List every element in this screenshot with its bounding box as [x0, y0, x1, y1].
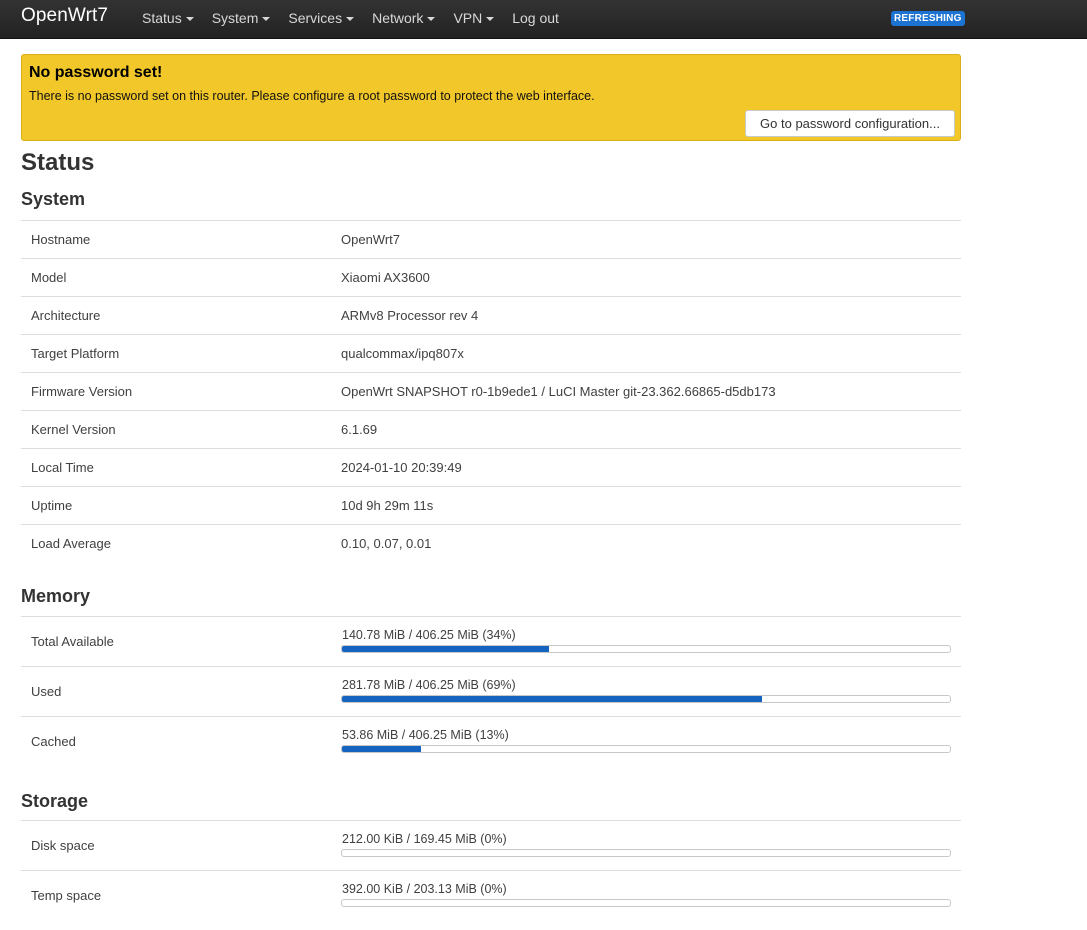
menu-network[interactable]: Network [363, 0, 444, 36]
storage-table: Disk space 212.00 KiB / 169.45 MiB (0%) … [21, 820, 961, 920]
menu-services[interactable]: Services [279, 0, 363, 36]
menu-status-label: Status [142, 10, 182, 26]
caret-down-icon [346, 17, 355, 22]
alert-title: No password set! [29, 64, 163, 81]
brand-logo[interactable]: OpenWrt7 [21, 5, 108, 27]
table-row: Load Average 0.10, 0.07, 0.01 [21, 524, 961, 562]
system-heading: System [21, 189, 86, 209]
progress-fill [342, 746, 422, 752]
caret-down-icon [427, 17, 436, 22]
no-password-alert: No password set! There is no password se… [21, 54, 961, 141]
row-key: Kernel Version [31, 422, 116, 437]
system-table: Hostname OpenWrt7 Model Xiaomi AX3600 Arch… [21, 220, 961, 562]
row-value: 6.1.69 [341, 422, 378, 437]
progress-fill [342, 696, 762, 702]
row-value: ARMv8 Processor rev 4 [341, 308, 479, 323]
progress-label: 392.00 KiB / 203.13 MiB (0%) [342, 882, 507, 896]
menu-vpn[interactable]: VPN [444, 0, 503, 36]
table-row: Kernel Version 6.1.69 [21, 410, 961, 448]
menu-services-label: Services [288, 10, 343, 26]
progress-label: 53.86 MiB / 406.25 MiB (13%) [342, 728, 509, 742]
row-value: 0.10, 0.07, 0.01 [341, 536, 432, 551]
row-key: Used [31, 684, 62, 699]
row-value: OpenWrt SNAPSHOT r0-1b9ede1 / LuCI Maste… [341, 384, 776, 399]
memory-heading: Memory [21, 586, 91, 606]
refreshing-badge[interactable]: REFRESHING [891, 11, 965, 26]
row-key: Local Time [31, 460, 94, 475]
progress-label: 281.78 MiB / 406.25 MiB (69%) [342, 678, 516, 692]
menu-system-label: System [211, 10, 259, 26]
progress-label: 212.00 KiB / 169.45 MiB (0%) [342, 832, 507, 846]
menu-logout[interactable]: Log out [503, 0, 568, 36]
top-navbar: OpenWrt7 Status System Services Network … [0, 0, 1087, 39]
alert-text: There is no password set on this router.… [29, 89, 595, 103]
row-value: OpenWrt7 [341, 232, 401, 247]
progress-bar [341, 645, 951, 653]
table-row: Uptime 10d 9h 29m 11s [21, 486, 961, 524]
table-row: Hostname OpenWrt7 [21, 220, 961, 258]
menu-network-label: Network [372, 10, 424, 26]
table-row: Total Available 140.78 MiB / 406.25 MiB … [21, 616, 961, 666]
progress-bar [341, 695, 951, 703]
main-menu: Status System Services Network VPN Log o… [133, 0, 568, 39]
progress-bar [341, 745, 951, 753]
table-row: Architecture ARMv8 Processor rev 4 [21, 296, 961, 334]
storage-heading: Storage [21, 791, 89, 811]
menu-status[interactable]: Status [133, 0, 203, 36]
table-row: Model Xiaomi AX3600 [21, 258, 961, 296]
table-row: Cached 53.86 MiB / 406.25 MiB (13%) [21, 716, 961, 766]
progress-fill [342, 646, 549, 652]
progress-label: 140.78 MiB / 406.25 MiB (34%) [342, 628, 516, 642]
progress-bar [341, 849, 951, 857]
row-key: Firmware Version [31, 384, 133, 399]
menu-system[interactable]: System [203, 0, 280, 36]
menu-vpn-label: VPN [453, 10, 483, 26]
memory-table: Total Available 140.78 MiB / 406.25 MiB … [21, 616, 961, 766]
row-value: 2024-01-10 20:39:49 [341, 460, 462, 475]
row-key: Uptime [31, 498, 73, 513]
row-value: 10d 9h 29m 11s [341, 498, 434, 513]
row-key: Model [31, 270, 67, 285]
page-title: Status [21, 149, 95, 176]
row-value: Xiaomi AX3600 [341, 270, 430, 285]
row-key: Load Average [31, 536, 111, 551]
row-key: Disk space [31, 838, 95, 853]
table-row: Local Time 2024-01-10 20:39:49 [21, 448, 961, 486]
table-row: Used 281.78 MiB / 406.25 MiB (69%) [21, 666, 961, 716]
password-config-button[interactable]: Go to password configuration... [745, 110, 955, 137]
row-key: Target Platform [31, 346, 120, 361]
table-row: Firmware Version OpenWrt SNAPSHOT r0-1b9e… [21, 372, 961, 410]
row-key: Temp space [31, 888, 102, 903]
row-key: Cached [31, 734, 76, 749]
table-row: Temp space 392.00 KiB / 203.13 MiB (0%) [21, 870, 961, 920]
row-key: Total Available [31, 634, 114, 649]
progress-bar [341, 899, 951, 907]
row-value: qualcommax/ipq807x [341, 346, 464, 361]
table-row: Disk space 212.00 KiB / 169.45 MiB (0%) [21, 820, 961, 870]
row-key: Hostname [31, 232, 91, 247]
caret-down-icon [486, 17, 495, 22]
caret-down-icon [262, 17, 271, 22]
row-key: Architecture [31, 308, 101, 323]
caret-down-icon [185, 17, 194, 22]
table-row: Target Platform qualcommax/ipq807x [21, 334, 961, 372]
